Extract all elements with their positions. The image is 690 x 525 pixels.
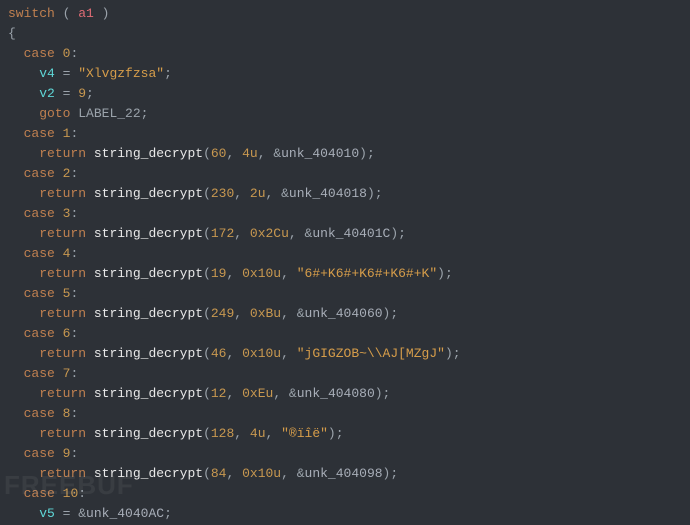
number-literal: 84 bbox=[211, 466, 227, 481]
code-line: return string_decrypt(46, 0x10u, "jGIGZO… bbox=[8, 344, 690, 364]
var: v5 bbox=[39, 506, 55, 521]
code-line: v2 = 9; bbox=[8, 84, 690, 104]
number-literal: 172 bbox=[211, 226, 234, 241]
var: v4 bbox=[39, 66, 55, 81]
switch-arg: a1 bbox=[78, 6, 94, 21]
code-line: case 6: bbox=[8, 324, 690, 344]
keyword-goto: goto bbox=[39, 106, 70, 121]
function-name: string_decrypt bbox=[94, 426, 203, 441]
function-name: string_decrypt bbox=[94, 346, 203, 361]
symbol-ref: unk_404080 bbox=[297, 386, 375, 401]
number-literal: 0x2Cu bbox=[250, 226, 289, 241]
code-editor: switch ( a1 ){ case 0: v4 = "Xlvgzfzsa";… bbox=[0, 0, 690, 525]
keyword-case: case bbox=[24, 166, 55, 181]
number-literal: 4u bbox=[250, 426, 266, 441]
code-line: { bbox=[8, 24, 690, 44]
keyword-switch: switch bbox=[8, 6, 55, 21]
code-line: case 1: bbox=[8, 124, 690, 144]
number-literal: 0xBu bbox=[250, 306, 281, 321]
number-literal: 0x10u bbox=[242, 346, 281, 361]
keyword-case: case bbox=[24, 326, 55, 341]
code-line: v5 = &unk_4040AC; bbox=[8, 504, 690, 524]
number-literal: 9 bbox=[78, 86, 86, 101]
code-line: case 4: bbox=[8, 244, 690, 264]
number-literal: 46 bbox=[211, 346, 227, 361]
function-name: string_decrypt bbox=[94, 186, 203, 201]
number-literal: 230 bbox=[211, 186, 234, 201]
function-name: string_decrypt bbox=[94, 306, 203, 321]
keyword-return: return bbox=[39, 466, 86, 481]
keyword-case: case bbox=[24, 246, 55, 261]
string-literal: "6#+K6#+K6#+K6#+K" bbox=[297, 266, 437, 281]
number-literal: 0x10u bbox=[242, 266, 281, 281]
code-line: return string_decrypt(12, 0xEu, &unk_404… bbox=[8, 384, 690, 404]
code-line: case 10: bbox=[8, 484, 690, 504]
keyword-case: case bbox=[24, 446, 55, 461]
keyword-return: return bbox=[39, 266, 86, 281]
code-line: case 3: bbox=[8, 204, 690, 224]
code-line: return string_decrypt(230, 2u, &unk_4040… bbox=[8, 184, 690, 204]
number-literal: 19 bbox=[211, 266, 227, 281]
number-literal: 2u bbox=[250, 186, 266, 201]
symbol-ref: unk_404018 bbox=[289, 186, 367, 201]
code-line: case 7: bbox=[8, 364, 690, 384]
code-line: return string_decrypt(19, 0x10u, "6#+K6#… bbox=[8, 264, 690, 284]
code-line: case 5: bbox=[8, 284, 690, 304]
code-line: case 9: bbox=[8, 444, 690, 464]
keyword-case: case bbox=[24, 366, 55, 381]
number-literal: 249 bbox=[211, 306, 234, 321]
number-literal: 12 bbox=[211, 386, 227, 401]
keyword-return: return bbox=[39, 306, 86, 321]
symbol-ref: unk_404010 bbox=[281, 146, 359, 161]
number-literal: 128 bbox=[211, 426, 234, 441]
function-name: string_decrypt bbox=[94, 226, 203, 241]
keyword-return: return bbox=[39, 426, 86, 441]
code-line: return string_decrypt(172, 0x2Cu, &unk_4… bbox=[8, 224, 690, 244]
number-literal: 0xEu bbox=[242, 386, 273, 401]
code-line: return string_decrypt(128, 4u, "®ïîë"); bbox=[8, 424, 690, 444]
case-number: 10 bbox=[63, 486, 79, 501]
keyword-case: case bbox=[24, 126, 55, 141]
keyword-case: case bbox=[24, 486, 55, 501]
function-name: string_decrypt bbox=[94, 466, 203, 481]
keyword-return: return bbox=[39, 386, 86, 401]
symbol-ref: unk_404060 bbox=[305, 306, 383, 321]
keyword-case: case bbox=[24, 406, 55, 421]
string-literal: "Xlvgzfzsa" bbox=[78, 66, 164, 81]
keyword-case: case bbox=[24, 286, 55, 301]
label-ref: LABEL_22 bbox=[78, 106, 140, 121]
string-literal: "®ïîë" bbox=[281, 426, 328, 441]
keyword-return: return bbox=[39, 346, 86, 361]
string-literal: "jGIGZOB~\\AJ[MZgJ" bbox=[297, 346, 445, 361]
code-line: v4 = "Xlvgzfzsa"; bbox=[8, 64, 690, 84]
code-line: case 0: bbox=[8, 44, 690, 64]
keyword-return: return bbox=[39, 186, 86, 201]
function-name: string_decrypt bbox=[94, 146, 203, 161]
code-line: goto LABEL_22; bbox=[8, 104, 690, 124]
code-line: return string_decrypt(84, 0x10u, &unk_40… bbox=[8, 464, 690, 484]
number-literal: 0x10u bbox=[242, 466, 281, 481]
symbol-ref: unk_40401C bbox=[312, 226, 390, 241]
code-line: case 2: bbox=[8, 164, 690, 184]
keyword-case: case bbox=[24, 206, 55, 221]
function-name: string_decrypt bbox=[94, 266, 203, 281]
symbol-ref: unk_4040AC bbox=[86, 506, 164, 521]
var: v2 bbox=[39, 86, 55, 101]
number-literal: 4u bbox=[242, 146, 258, 161]
keyword-return: return bbox=[39, 146, 86, 161]
function-name: string_decrypt bbox=[94, 386, 203, 401]
number-literal: 60 bbox=[211, 146, 227, 161]
code-line: return string_decrypt(60, 4u, &unk_40401… bbox=[8, 144, 690, 164]
keyword-case: case bbox=[24, 46, 55, 61]
code-line: return string_decrypt(249, 0xBu, &unk_40… bbox=[8, 304, 690, 324]
code-line: case 8: bbox=[8, 404, 690, 424]
symbol-ref: unk_404098 bbox=[305, 466, 383, 481]
code-line: switch ( a1 ) bbox=[8, 4, 690, 24]
keyword-return: return bbox=[39, 226, 86, 241]
